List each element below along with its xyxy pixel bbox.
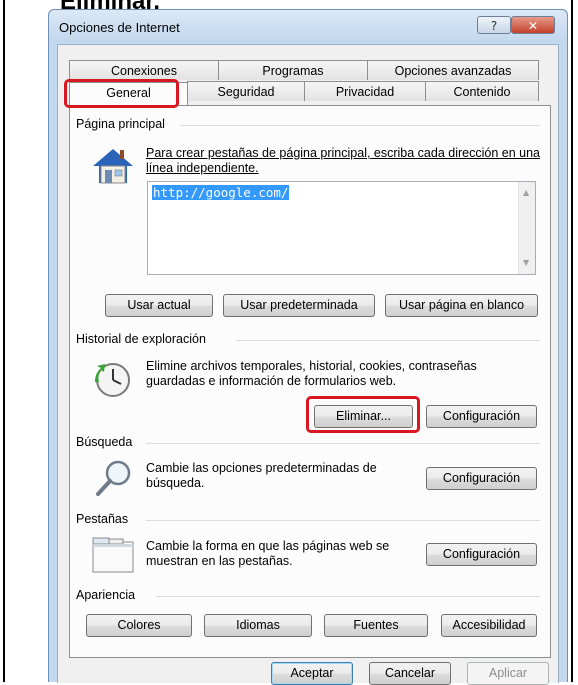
homepage-divider <box>180 125 540 126</box>
homepage-url-textbox[interactable]: http://google.com/ ▲ ▼ <box>147 181 536 275</box>
magnifier-icon <box>96 460 131 496</box>
history-clock-icon <box>94 363 130 397</box>
close-button[interactable]: ✕ <box>511 16 555 34</box>
window-title: Opciones de Internet <box>59 20 180 35</box>
page-border-right <box>571 0 573 682</box>
scroll-down-arrow-icon[interactable]: ▼ <box>523 258 529 267</box>
tab-advanced[interactable]: Opciones avanzadas <box>367 60 539 80</box>
use-default-button[interactable]: Usar predeterminada <box>223 294 375 317</box>
homepage-url: http://google.com/ <box>152 185 290 200</box>
tabs-divider <box>146 520 540 521</box>
fonts-button[interactable]: Fuentes <box>324 614 428 637</box>
internet-options-window: Opciones de Internet ? ✕ Conexiones Prog… <box>48 9 568 685</box>
help-button[interactable]: ? <box>477 16 511 34</box>
use-current-button[interactable]: Usar actual <box>105 294 213 317</box>
history-section-label: Historial de exploración <box>76 332 212 346</box>
tabs-window-icon <box>92 537 134 573</box>
history-settings-button[interactable]: Configuración <box>426 405 537 428</box>
page-border-left <box>3 0 5 682</box>
appearance-section-label: Apariencia <box>76 588 142 602</box>
tabs-description: Cambie la forma en que las páginas web s… <box>146 539 390 568</box>
history-divider <box>236 340 540 341</box>
general-tab-highlight-box <box>64 79 179 108</box>
search-settings-button[interactable]: Configuración <box>426 467 537 490</box>
search-description: Cambie las opciones predeterminadas de b… <box>146 461 377 490</box>
history-description: Elimine archivos temporales, historial, … <box>146 359 477 388</box>
tab-content[interactable]: Contenido <box>425 81 539 101</box>
search-section-label: Búsqueda <box>76 435 139 449</box>
scroll-up-arrow-icon[interactable]: ▲ <box>523 188 529 197</box>
general-tab-panel: Página principal Para crear pestañas de … <box>69 105 551 658</box>
search-divider <box>146 443 540 444</box>
tabs-section-label: Pestañas <box>76 512 135 526</box>
tab-privacy[interactable]: Privacidad <box>304 81 426 101</box>
tab-programs[interactable]: Programas <box>218 60 368 80</box>
homepage-section-label: Página principal <box>76 117 171 131</box>
appearance-divider <box>156 596 540 597</box>
languages-button[interactable]: Idiomas <box>204 614 312 637</box>
tab-security[interactable]: Seguridad <box>187 81 305 101</box>
tab-connections[interactable]: Conexiones <box>69 60 219 80</box>
homepage-scrollbar[interactable]: ▲ ▼ <box>518 182 535 274</box>
homepage-description: Para crear pestañas de página principal,… <box>146 146 540 175</box>
dialog-client-area: Conexiones Programas Opciones avanzadas … <box>57 44 559 685</box>
accessibility-button[interactable]: Accesibilidad <box>441 614 537 637</box>
title-bar[interactable]: Opciones de Internet ? ✕ <box>49 10 567 42</box>
use-blank-button[interactable]: Usar página en blanco <box>385 294 538 317</box>
colors-button[interactable]: Colores <box>86 614 192 637</box>
tabs-settings-button[interactable]: Configuración <box>426 543 537 566</box>
house-icon <box>93 149 133 184</box>
delete-highlight-box <box>306 396 420 433</box>
